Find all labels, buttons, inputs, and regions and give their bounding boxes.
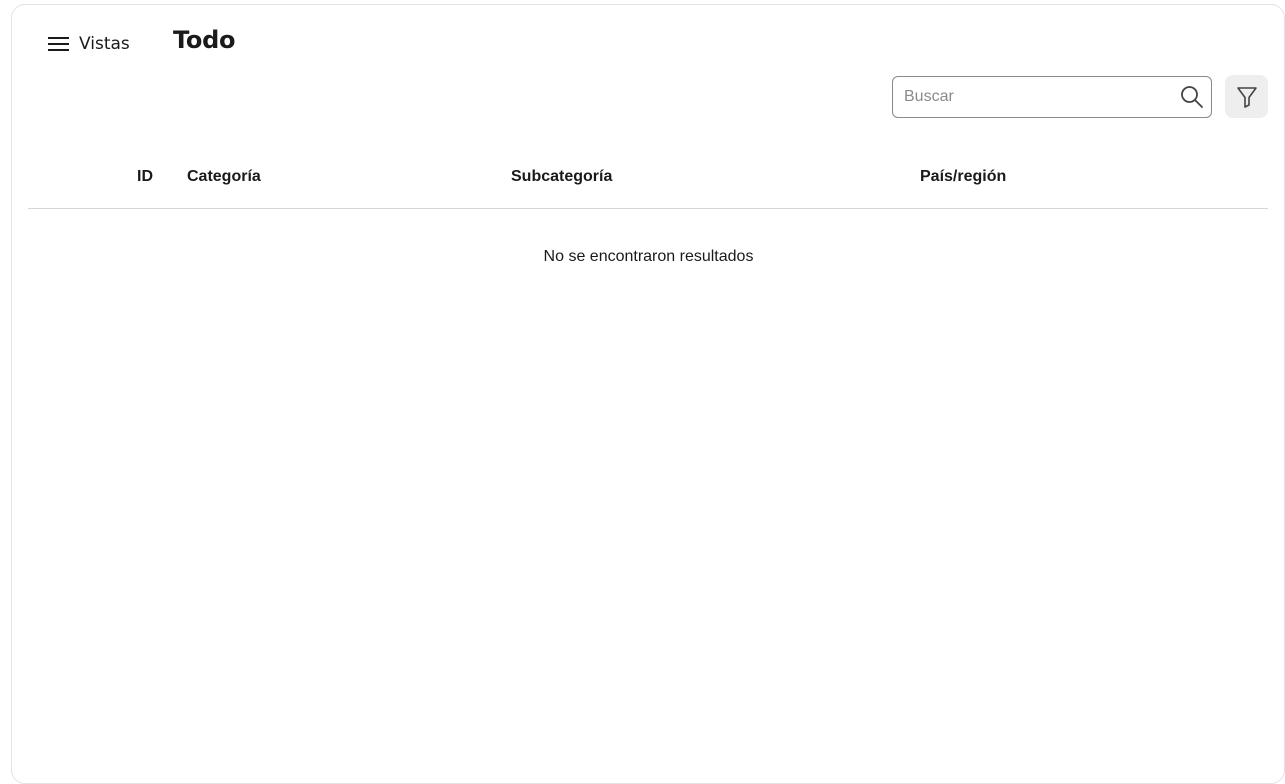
search-icon[interactable] [1179,84,1205,110]
views-menu-button[interactable]: Vistas [48,31,130,57]
empty-results-message: No se encontraron resultados [543,248,754,265]
funnel-icon [1236,85,1258,109]
views-label: Vistas [79,34,130,54]
column-header-subcategoria[interactable]: Subcategoría [511,168,612,186]
page-title: Todo [173,26,236,54]
column-header-id[interactable]: ID [137,168,153,186]
column-header-categoria[interactable]: Categoría [187,168,261,186]
filter-button[interactable] [1225,75,1268,118]
table-header: ID Categoría Subcategoría País/región [28,160,1268,209]
main-panel [11,4,1285,784]
search-box [892,76,1212,118]
hamburger-menu-icon [48,36,69,52]
search-input[interactable] [893,77,1211,117]
column-header-pais-region[interactable]: País/región [920,168,1006,186]
